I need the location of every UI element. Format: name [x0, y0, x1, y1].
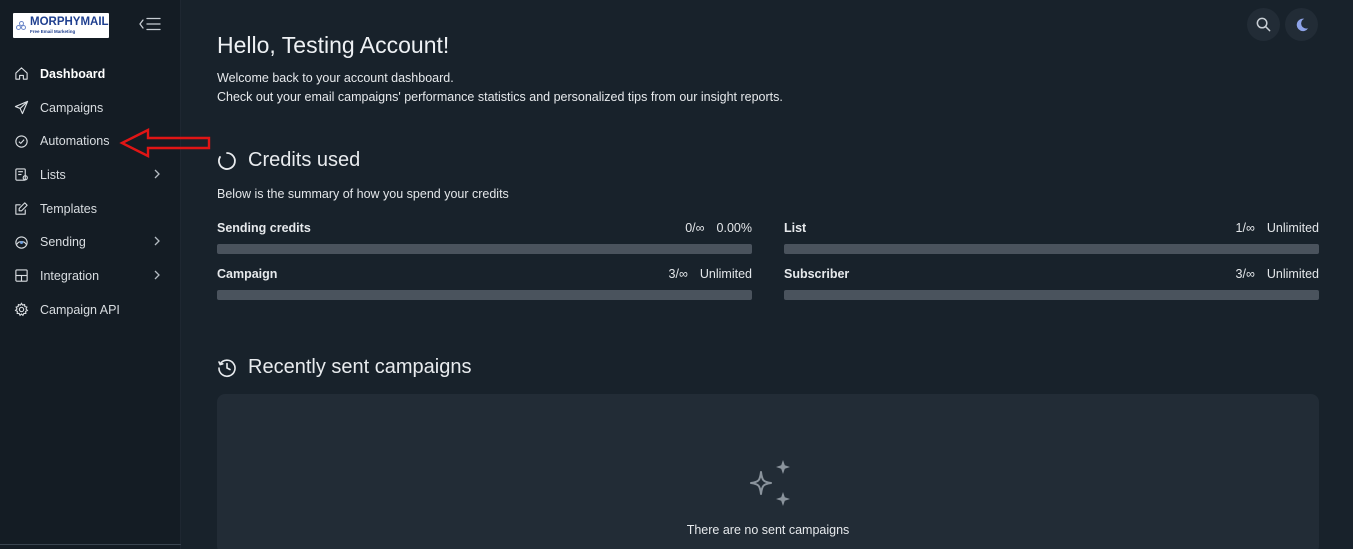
credit-count: 0/∞ [685, 221, 705, 235]
sidebar-item-sending[interactable]: Sending [0, 225, 181, 259]
credit-label: Campaign [217, 267, 278, 281]
clock-icon [218, 358, 236, 377]
credits-section-header: Credits used [217, 149, 360, 172]
home-icon [14, 66, 29, 81]
credits-description: Below is the summary of how you spend yo… [217, 187, 509, 201]
sidebar: MORPHYMAIL Free Email Marketing Dashboar… [0, 0, 181, 549]
welcome-subtext: Check out your email campaigns' performa… [217, 90, 783, 104]
sidebar-item-templates[interactable]: Templates [0, 192, 181, 226]
shield-check-icon [14, 134, 29, 149]
sidebar-item-label: Automations [40, 134, 110, 149]
gear-icon [14, 302, 29, 317]
credit-progress-bar [217, 244, 752, 254]
search-button[interactable] [1247, 8, 1280, 41]
integration-icon [14, 268, 29, 283]
recent-campaigns-panel: There are no sent campaigns [217, 394, 1319, 549]
sidebar-nav: Dashboard Campaigns Automations Lists Te… [0, 57, 181, 327]
loading-circle-icon [218, 151, 236, 170]
credit-label: Sending credits [217, 221, 311, 235]
list-icon [14, 167, 29, 182]
sidebar-item-lists[interactable]: Lists [0, 158, 181, 192]
credit-count: 3/∞ [1235, 267, 1255, 281]
sending-icon [14, 235, 29, 250]
page-title: Hello, Testing Account! [217, 32, 450, 58]
sidebar-item-dashboard[interactable]: Dashboard [0, 57, 181, 91]
welcome-text: Welcome back to your account dashboard. [217, 71, 454, 85]
credit-count: 3/∞ [668, 267, 688, 281]
credit-count: 1/∞ [1235, 221, 1255, 235]
empty-state-text: There are no sent campaigns [686, 523, 850, 537]
credit-subscriber: Subscriber 3/∞ Unlimited [784, 266, 1319, 300]
sidebar-item-campaign-api[interactable]: Campaign API [0, 293, 181, 327]
sidebar-item-label: Campaigns [40, 100, 104, 115]
credit-label: List [784, 221, 807, 235]
credit-sending: Sending credits 0/∞ 0.00% [217, 220, 752, 254]
credit-progress-bar [784, 244, 1319, 254]
sidebar-divider [0, 544, 181, 545]
moon-icon [1296, 18, 1308, 31]
credit-list: List 1/∞ Unlimited [784, 220, 1319, 254]
credit-value: Unlimited [1266, 221, 1319, 235]
credit-label: Subscriber [784, 267, 850, 281]
search-icon [1256, 17, 1271, 32]
credit-value: 0.00% [716, 221, 752, 235]
sidebar-item-label: Campaign API [40, 302, 120, 317]
sidebar-item-campaigns[interactable]: Campaigns [0, 91, 181, 125]
logo-subtitle: Free Email Marketing [30, 28, 76, 34]
chevron-right-icon [154, 270, 160, 280]
credit-value: Unlimited [699, 267, 752, 281]
annotation-arrow-icon [119, 128, 211, 158]
credit-campaign: Campaign 3/∞ Unlimited [217, 266, 752, 300]
chevron-right-icon [154, 236, 160, 246]
logo-title: MORPHYMAIL [30, 16, 109, 28]
sidebar-item-label: Sending [40, 235, 86, 250]
sidebar-item-label: Lists [40, 167, 66, 182]
recent-campaigns-header: Recently sent campaigns [217, 356, 471, 379]
credit-progress-bar [217, 290, 752, 300]
collapse-sidebar-icon[interactable] [138, 15, 162, 33]
brand-logo[interactable]: MORPHYMAIL Free Email Marketing [13, 13, 109, 38]
sidebar-item-label: Integration [40, 268, 100, 283]
recent-campaigns-title: Recently sent campaigns [248, 356, 472, 378]
credit-progress-bar [784, 290, 1319, 300]
sidebar-item-integration[interactable]: Integration [0, 259, 181, 293]
credits-title: Credits used [248, 149, 361, 171]
sidebar-item-label: Dashboard [40, 66, 106, 81]
edit-icon [14, 201, 29, 216]
chevron-right-icon [154, 169, 160, 179]
credit-value: Unlimited [1266, 267, 1319, 281]
sparkles-icon [750, 460, 790, 506]
sidebar-item-label: Templates [40, 201, 97, 216]
logo-mark-icon [16, 20, 28, 32]
paper-plane-icon [14, 100, 29, 115]
theme-toggle-button[interactable] [1285, 8, 1318, 41]
